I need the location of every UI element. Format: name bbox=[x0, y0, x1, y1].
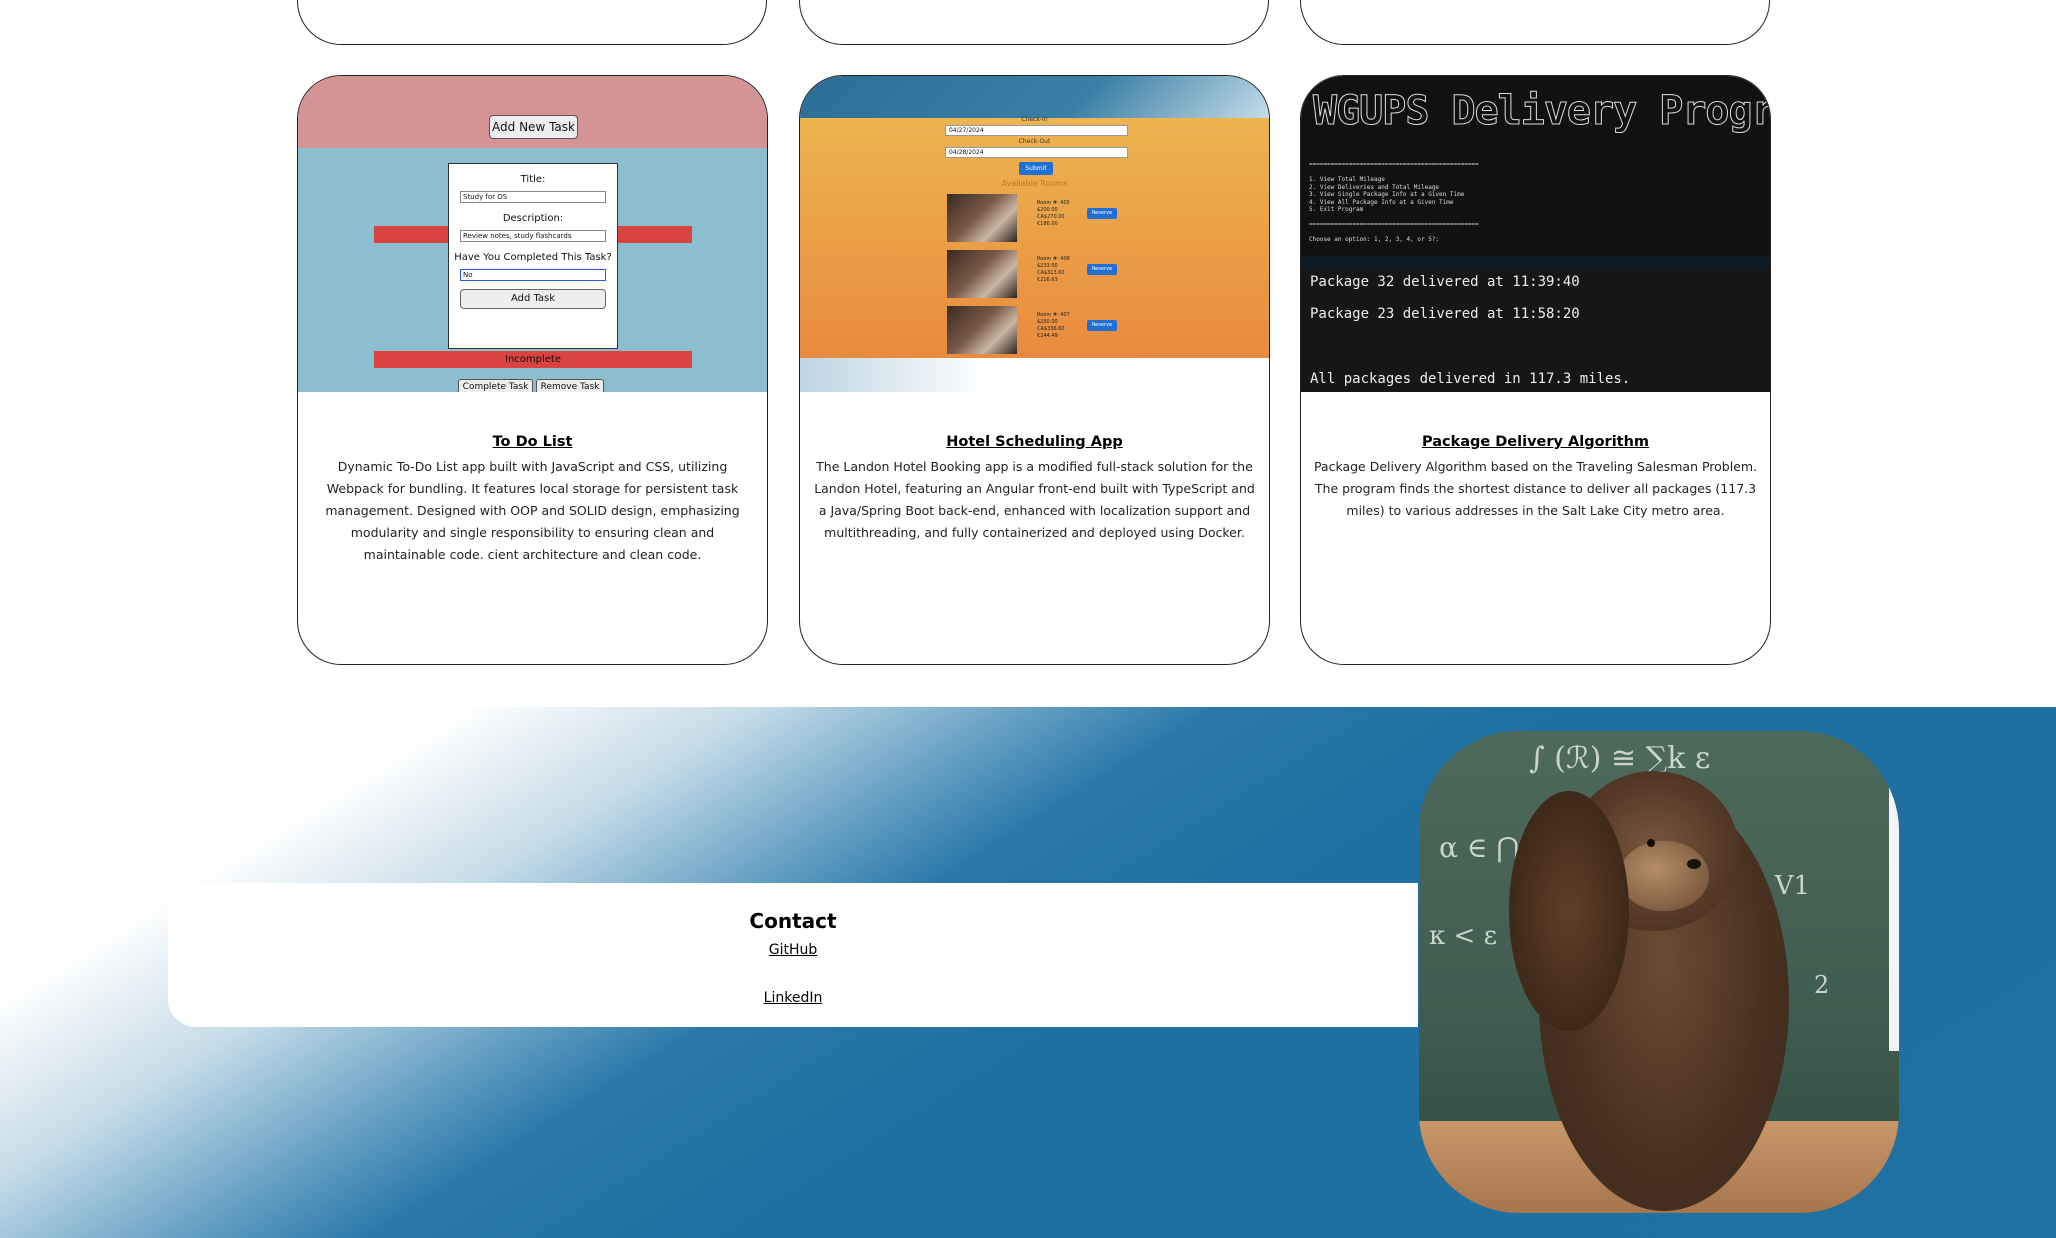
room-price-cad: CA$313.60 bbox=[1037, 270, 1065, 276]
completed-label: Have You Completed This Task? bbox=[454, 252, 612, 263]
project-title-link[interactable]: Hotel Scheduling App bbox=[946, 434, 1122, 450]
profile-photo: ∫ (ℛ) ≅ ∑k ε α ∈ ⋂ |∂| V1 κ < ε ℓ ≤ 1 2 bbox=[1419, 731, 1899, 1213]
room-price-usd: $250.00 bbox=[1037, 319, 1058, 325]
room-number: Room #: 407 bbox=[1037, 312, 1070, 318]
terminal-line: Package 23 delivered at 11:58:20 bbox=[1310, 306, 1580, 322]
terminal-menu: ========================================… bbox=[1309, 161, 1479, 243]
project-card-partial bbox=[1300, 0, 1770, 45]
room-price-usd: $233.00 bbox=[1037, 263, 1058, 269]
room-image bbox=[947, 194, 1017, 242]
chalkboard-frame bbox=[1889, 771, 1899, 1051]
check-out-input: 04/28/2024 bbox=[945, 147, 1128, 158]
check-in-input: 04/27/2024 bbox=[945, 125, 1128, 136]
reserve-button: Reserve bbox=[1087, 208, 1117, 219]
complete-task-button: Complete Task bbox=[458, 379, 533, 392]
room-price-eur: €244.49 bbox=[1037, 333, 1058, 339]
contact-card: Contact GitHub LinkedIn bbox=[168, 883, 1418, 1027]
chalk-marks: α ∈ ⋂ bbox=[1439, 831, 1520, 864]
github-link[interactable]: GitHub bbox=[168, 942, 1418, 958]
check-in-label: Check-In bbox=[1021, 116, 1048, 123]
room-price-usd: $200.00 bbox=[1037, 207, 1058, 213]
room-price-cad: CA$336.60 bbox=[1037, 326, 1065, 332]
room-card: Room #: 406 $233.00 CA$313.60 €216.63 Re… bbox=[947, 250, 1127, 298]
dog-snout bbox=[1619, 841, 1709, 911]
room-card: Room #: 407 $250.00 CA$336.60 €244.49 Re… bbox=[947, 306, 1127, 354]
title-label: Title: bbox=[520, 174, 546, 185]
room-image bbox=[947, 250, 1017, 298]
project-card-partial bbox=[799, 0, 1269, 45]
room-number: Room #: 406 bbox=[1037, 256, 1070, 262]
room-price-eur: €216.63 bbox=[1037, 277, 1058, 283]
terminal-banner: WGUPS Delivery Program bbox=[1313, 88, 1770, 135]
dog-ear bbox=[1509, 791, 1629, 1031]
status-bar: Incomplete bbox=[374, 351, 692, 368]
project-title[interactable]: Package Delivery Algorithm bbox=[1301, 434, 1770, 450]
room-info: Room #: 406 $233.00 CA$313.60 €216.63 bbox=[1037, 256, 1070, 284]
room-price-eur: €186.00 bbox=[1037, 221, 1058, 227]
terminal-line: All packages delivered in 117.3 miles. bbox=[1310, 371, 1631, 387]
project-title[interactable]: To Do List bbox=[298, 434, 767, 450]
project-description: The Landon Hotel Booking app is a modifi… bbox=[814, 459, 1255, 540]
task-modal: Title: Study for OS Description: Review … bbox=[448, 163, 618, 349]
reserve-button: Reserve bbox=[1087, 320, 1117, 331]
description-label: Description: bbox=[502, 213, 564, 224]
room-info: Room #: 407 $250.00 CA$336.60 €244.49 bbox=[1037, 312, 1070, 340]
linkedin-link[interactable]: LinkedIn bbox=[168, 990, 1418, 1006]
hotel-footer bbox=[800, 358, 1269, 392]
project-description: Package Delivery Algorithm based on the … bbox=[1313, 459, 1758, 518]
project-card-hotel: Check-In 04/27/2024 Check-Out 04/28/2024… bbox=[799, 75, 1270, 665]
room-number: Room #: 405 bbox=[1037, 200, 1070, 206]
submit-button: Submit bbox=[1019, 162, 1053, 175]
completed-select: No bbox=[460, 269, 606, 281]
project-card-delivery: WGUPS Delivery Program =================… bbox=[1300, 75, 1771, 665]
title-field: Study for OS bbox=[460, 191, 606, 203]
remove-task-button: Remove Task bbox=[536, 379, 604, 392]
chalk-marks: κ < ε bbox=[1429, 921, 1498, 951]
room-info: Room #: 405 $200.00 CA$270.00 €186.00 bbox=[1037, 200, 1070, 228]
terminal-divider bbox=[1301, 256, 1770, 268]
project-card-partial bbox=[297, 0, 767, 45]
dog-eye bbox=[1647, 839, 1655, 847]
available-rooms-heading: Available Rooms bbox=[1001, 179, 1068, 188]
description-field: Review notes, study flashcards bbox=[460, 230, 606, 242]
project-description: Dynamic To-Do List app built with JavaSc… bbox=[325, 459, 740, 562]
check-out-label: Check-Out bbox=[1018, 138, 1051, 145]
add-task-button: Add Task bbox=[460, 289, 606, 309]
project-title[interactable]: Hotel Scheduling App bbox=[800, 434, 1269, 450]
reserve-button: Reserve bbox=[1087, 264, 1117, 275]
room-card: Room #: 405 $200.00 CA$270.00 €186.00 Re… bbox=[947, 194, 1127, 242]
room-price-cad: CA$270.00 bbox=[1037, 214, 1065, 220]
hotel-screenshot[interactable]: Check-In 04/27/2024 Check-Out 04/28/2024… bbox=[800, 76, 1269, 392]
delivery-screenshot[interactable]: WGUPS Delivery Program =================… bbox=[1301, 76, 1770, 392]
add-new-task-button: Add New Task bbox=[489, 115, 578, 139]
todo-screenshot[interactable]: Add New Task Title: Study for OS Descrip… bbox=[298, 76, 767, 392]
hotel-header bbox=[800, 76, 1269, 118]
project-card-todo: Add New Task Title: Study for OS Descrip… bbox=[297, 75, 768, 665]
contact-title: Contact bbox=[749, 909, 837, 933]
terminal-line: Package 32 delivered at 11:39:40 bbox=[1310, 274, 1580, 290]
project-title-link[interactable]: Package Delivery Algorithm bbox=[1422, 434, 1649, 450]
project-title-link[interactable]: To Do List bbox=[493, 434, 573, 450]
room-image bbox=[947, 306, 1017, 354]
page: Add New Task Title: Study for OS Descrip… bbox=[0, 0, 2056, 1238]
chalk-marks: ∫ (ℛ) ≅ ∑k ε bbox=[1529, 741, 1711, 776]
dog-nose bbox=[1687, 859, 1701, 869]
